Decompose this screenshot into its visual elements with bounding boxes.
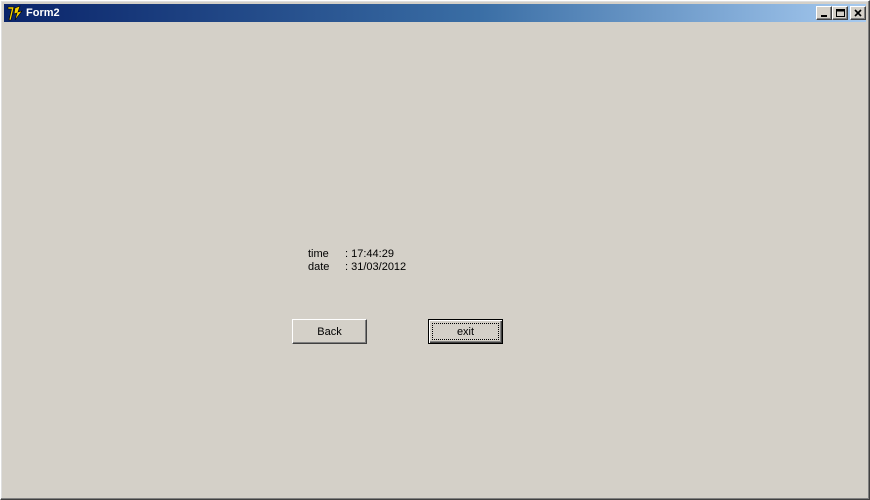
minimize-icon (821, 15, 827, 17)
date-label: date (308, 261, 330, 273)
back-button[interactable]: Back (292, 319, 367, 344)
back-button-label: Back (317, 325, 342, 338)
title-bar[interactable]: Form2 (4, 4, 866, 22)
window-title: Form2 (26, 7, 60, 19)
form-window: Form2 time : 17:44:29 date : 31/03/2012 … (0, 0, 870, 500)
date-value: : 31/03/2012 (345, 261, 407, 273)
exit-button[interactable]: exit (428, 319, 503, 344)
time-value: : 17:44:29 (345, 248, 394, 260)
close-icon (854, 9, 862, 17)
maximize-icon (836, 9, 845, 17)
maximize-button[interactable] (832, 6, 848, 20)
app-icon[interactable] (7, 5, 23, 21)
exit-button-label: exit (456, 325, 475, 338)
close-button[interactable] (850, 6, 866, 20)
minimize-button[interactable] (816, 6, 832, 20)
time-label: time (308, 248, 329, 260)
